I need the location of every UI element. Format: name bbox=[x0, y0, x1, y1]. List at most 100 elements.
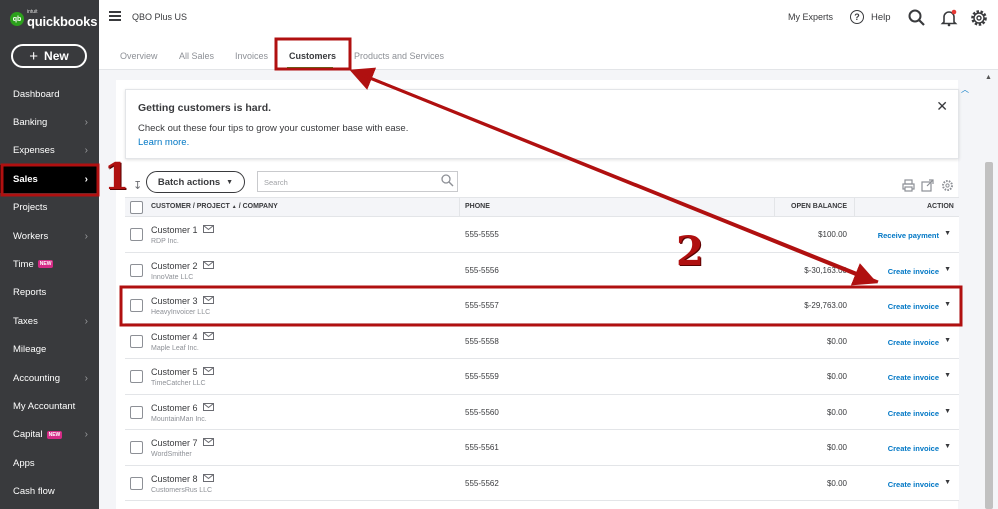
gear-icon[interactable] bbox=[969, 8, 989, 28]
sidebar-item-expenses[interactable]: Expenses › bbox=[0, 137, 99, 165]
help-icon[interactable]: ? bbox=[850, 10, 864, 24]
open-balance: $0.00 bbox=[826, 443, 847, 452]
table-row[interactable]: Customer 4 Maple Leaf Inc. 555-5558 $0.00 Cr… bbox=[125, 323, 959, 359]
sort-arrow-icon[interactable]: ↧ bbox=[133, 179, 142, 192]
sidebar-item-apps[interactable]: Apps bbox=[0, 449, 99, 477]
column-header-phone[interactable]: PHONE bbox=[465, 203, 490, 210]
select-all-checkbox[interactable] bbox=[130, 201, 143, 214]
learn-more-link[interactable]: Learn more. bbox=[138, 137, 189, 148]
action-dropdown-caret-icon[interactable]: ▼ bbox=[944, 408, 951, 415]
sidebar-item-time[interactable]: Time NEW bbox=[0, 250, 99, 278]
phone-number: 555-5556 bbox=[465, 265, 499, 275]
tab-all-sales[interactable]: All Sales bbox=[179, 51, 214, 61]
table-row[interactable]: Customer 7 WordSmither 555-5561 $0.00 Create… bbox=[125, 430, 959, 466]
row-action-link[interactable]: Create invoice bbox=[888, 338, 939, 347]
email-icon[interactable] bbox=[203, 260, 214, 269]
tips-banner: Getting customers is hard. Check out the… bbox=[125, 89, 959, 159]
quickbooks-logo[interactable]: qb intuit quickbooks bbox=[10, 10, 97, 28]
sidebar-item-accounting[interactable]: Accounting › bbox=[0, 364, 99, 392]
settings-gear-icon[interactable] bbox=[941, 179, 954, 192]
customer-name-link[interactable]: Customer 1 bbox=[151, 225, 198, 235]
batch-actions-button[interactable]: Batch actions ▼ bbox=[146, 171, 245, 193]
sidebar-item-projects[interactable]: Projects bbox=[0, 194, 99, 222]
sidebar-item-my-accountant[interactable]: My Accountant bbox=[0, 392, 99, 420]
customer-name-link[interactable]: Customer 4 bbox=[151, 332, 198, 342]
table-row[interactable]: Customer 6 MountainMan Inc. 555-5560 $0.00 C… bbox=[125, 394, 959, 430]
table-row[interactable]: Customer 5 TimeCatcher LLC 555-5559 $0.00 Cr… bbox=[125, 359, 959, 395]
table-row[interactable]: Customer 2 InnoVate LLC 555-5556 $-30,163.0… bbox=[125, 252, 959, 288]
tab-customers[interactable]: Customers bbox=[289, 51, 336, 61]
row-checkbox[interactable] bbox=[130, 370, 143, 383]
row-checkbox[interactable] bbox=[130, 334, 143, 348]
hamburger-menu-icon[interactable] bbox=[109, 11, 121, 21]
row-action-link[interactable]: Create invoice bbox=[888, 409, 939, 418]
sidebar-item-taxes[interactable]: Taxes › bbox=[0, 307, 99, 335]
row-action-link[interactable]: Create invoice bbox=[888, 373, 939, 382]
row-action-link[interactable]: Receive payment bbox=[878, 231, 939, 240]
tab-overview[interactable]: Overview bbox=[120, 51, 158, 61]
row-action-link[interactable]: Create invoice bbox=[888, 480, 939, 489]
customer-name-link[interactable]: Customer 6 bbox=[151, 403, 198, 413]
sidebar-item-workers[interactable]: Workers › bbox=[0, 222, 99, 250]
table-row[interactable]: Customer 1 RDP Inc. 555-5555 $100.00 Receive… bbox=[125, 217, 959, 253]
action-dropdown-caret-icon[interactable]: ▼ bbox=[944, 266, 951, 273]
new-button[interactable]: + New bbox=[11, 44, 87, 68]
row-checkbox[interactable] bbox=[130, 263, 143, 277]
sidebar-item-banking[interactable]: Banking › bbox=[0, 108, 99, 136]
column-header-open-balance[interactable]: OPEN BALANCE bbox=[791, 203, 847, 210]
customer-name-link[interactable]: Customer 8 bbox=[151, 474, 198, 484]
email-icon[interactable] bbox=[203, 473, 214, 482]
action-dropdown-caret-icon[interactable]: ▼ bbox=[944, 443, 951, 450]
search-icon[interactable] bbox=[907, 8, 927, 28]
sidebar-item-reports[interactable]: Reports bbox=[0, 279, 99, 307]
email-icon[interactable] bbox=[203, 331, 214, 340]
customer-name-link[interactable]: Customer 5 bbox=[151, 367, 198, 377]
row-checkbox[interactable] bbox=[130, 476, 143, 490]
row-action-link[interactable]: Create invoice bbox=[888, 444, 939, 453]
row-checkbox[interactable] bbox=[130, 299, 143, 312]
row-action-link[interactable]: Create invoice bbox=[888, 302, 939, 311]
sidebar-item-cash-flow[interactable]: Cash flow bbox=[0, 478, 99, 506]
email-icon[interactable] bbox=[203, 225, 214, 233]
my-experts-link[interactable]: My Experts bbox=[788, 12, 833, 22]
export-icon[interactable] bbox=[921, 179, 934, 192]
email-icon[interactable] bbox=[203, 402, 214, 411]
tab-products-and-services[interactable]: Products and Services bbox=[354, 51, 444, 61]
table-row[interactable]: Customer 8 CustomersRus LLC 555-5562 $0.00 C… bbox=[125, 465, 959, 501]
row-checkbox[interactable] bbox=[130, 228, 143, 241]
action-dropdown-caret-icon[interactable]: ▼ bbox=[944, 372, 951, 379]
email-icon[interactable] bbox=[203, 296, 214, 304]
sales-tabs: Overview All Sales Invoices Customers Pr… bbox=[99, 36, 998, 70]
customer-name-link[interactable]: Customer 7 bbox=[151, 438, 198, 448]
notification-bell-icon[interactable] bbox=[939, 8, 959, 28]
customer-name-link[interactable]: Customer 2 bbox=[151, 261, 198, 271]
column-header-customer[interactable]: CUSTOMER / PROJECT ▲ / COMPANY bbox=[151, 203, 278, 210]
row-checkbox[interactable] bbox=[130, 405, 143, 419]
table-row[interactable]: Customer 3 HeavyInvoicer LLC 555-5557 $-29,… bbox=[125, 288, 959, 324]
caret-down-icon: ▼ bbox=[226, 178, 234, 186]
page-scroll-up-arrow-icon[interactable]: ▲ bbox=[985, 74, 992, 81]
inner-scrollbar[interactable] bbox=[958, 80, 969, 509]
print-icon[interactable] bbox=[902, 179, 915, 192]
tab-invoices[interactable]: Invoices bbox=[235, 51, 268, 61]
plus-icon: + bbox=[29, 47, 39, 65]
close-icon[interactable]: ✕ bbox=[936, 98, 948, 115]
email-icon[interactable] bbox=[203, 438, 214, 446]
action-dropdown-caret-icon[interactable]: ▼ bbox=[944, 230, 951, 237]
action-dropdown-caret-icon[interactable]: ▼ bbox=[944, 479, 951, 486]
row-action-link[interactable]: Create invoice bbox=[888, 267, 939, 276]
action-dropdown-caret-icon[interactable]: ▼ bbox=[944, 301, 951, 308]
row-checkbox[interactable] bbox=[130, 441, 143, 454]
email-icon[interactable] bbox=[203, 367, 214, 375]
customer-search-input[interactable]: Search bbox=[257, 171, 458, 192]
sidebar-item-mileage[interactable]: Mileage bbox=[0, 336, 99, 364]
scroll-up-chevron-icon[interactable]: ︿ bbox=[961, 84, 969, 95]
sidebar-item-capital[interactable]: Capital NEW › bbox=[0, 421, 99, 449]
action-dropdown-caret-icon[interactable]: ▼ bbox=[944, 337, 951, 344]
customer-name-link[interactable]: Customer 3 bbox=[151, 296, 198, 306]
help-link[interactable]: Help bbox=[871, 12, 891, 23]
page-scrollbar-thumb[interactable] bbox=[985, 162, 993, 509]
sidebar-item-sales[interactable]: Sales › bbox=[0, 165, 99, 194]
search-icon[interactable] bbox=[440, 173, 454, 187]
sidebar-item-dashboard[interactable]: Dashboard bbox=[0, 80, 99, 108]
